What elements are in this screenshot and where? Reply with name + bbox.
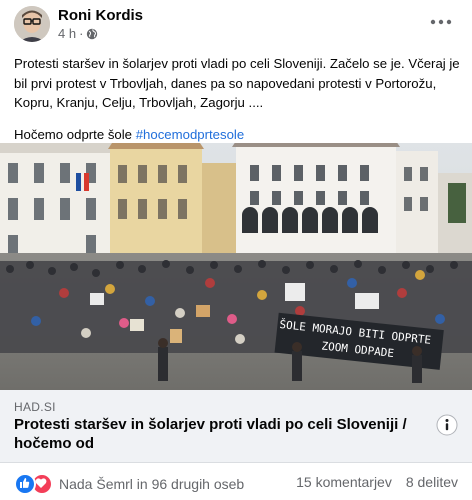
link-title[interactable]: Protesti staršev in šolarjev proti vladi… (14, 416, 424, 453)
post-text: Protesti staršev in šolarjev proti vladi… (14, 54, 460, 144)
author-name[interactable]: Roni Kordis (58, 7, 143, 24)
reactions-text: Nada Šemrl in 96 drugih oseb (59, 476, 245, 492)
link-preview[interactable]: HAD.SI Protesti staršev in šolarjev prot… (0, 390, 472, 463)
comments-count[interactable]: 15 komentarjev (296, 474, 392, 490)
protest-photo-illustration: ŠOLE MORAJO BITI ODPRTE ZOOM ODPADE (0, 143, 472, 390)
hashtag-link[interactable]: #hocemodprtesole (136, 127, 245, 142)
link-domain: HAD.SI (14, 400, 56, 414)
post-header: Roni Kordis 4 h · (0, 0, 472, 50)
post-paragraph: Protesti staršev in šolarjev proti vladi… (14, 56, 460, 110)
avatar[interactable] (14, 6, 50, 42)
post-paragraph-text: Hočemo odprte šole (14, 126, 136, 142)
post-paragraph-hashtag: Hočemo odprte šole #hocemodprtesole (14, 125, 460, 145)
like-reaction-icon (14, 473, 36, 495)
info-icon[interactable] (436, 414, 458, 436)
shares-count[interactable]: 8 delitev (406, 474, 458, 490)
post-meta: 4 h · (58, 26, 98, 41)
post-footer: Nada Šemrl in 96 drugih oseb 15 komentar… (0, 462, 472, 500)
post-time[interactable]: 4 h (58, 26, 76, 41)
profile-photo (14, 6, 50, 42)
engagement-counts: 15 komentarjev 8 delitev (296, 474, 458, 490)
meta-separator: · (79, 26, 84, 41)
ellipsis-icon[interactable] (428, 12, 454, 32)
globe-icon[interactable] (86, 28, 98, 40)
post-photo[interactable]: ŠOLE MORAJO BITI ODPRTE ZOOM ODPADE (0, 143, 472, 390)
reactions-summary[interactable]: Nada Šemrl in 96 drugih oseb (14, 473, 244, 495)
